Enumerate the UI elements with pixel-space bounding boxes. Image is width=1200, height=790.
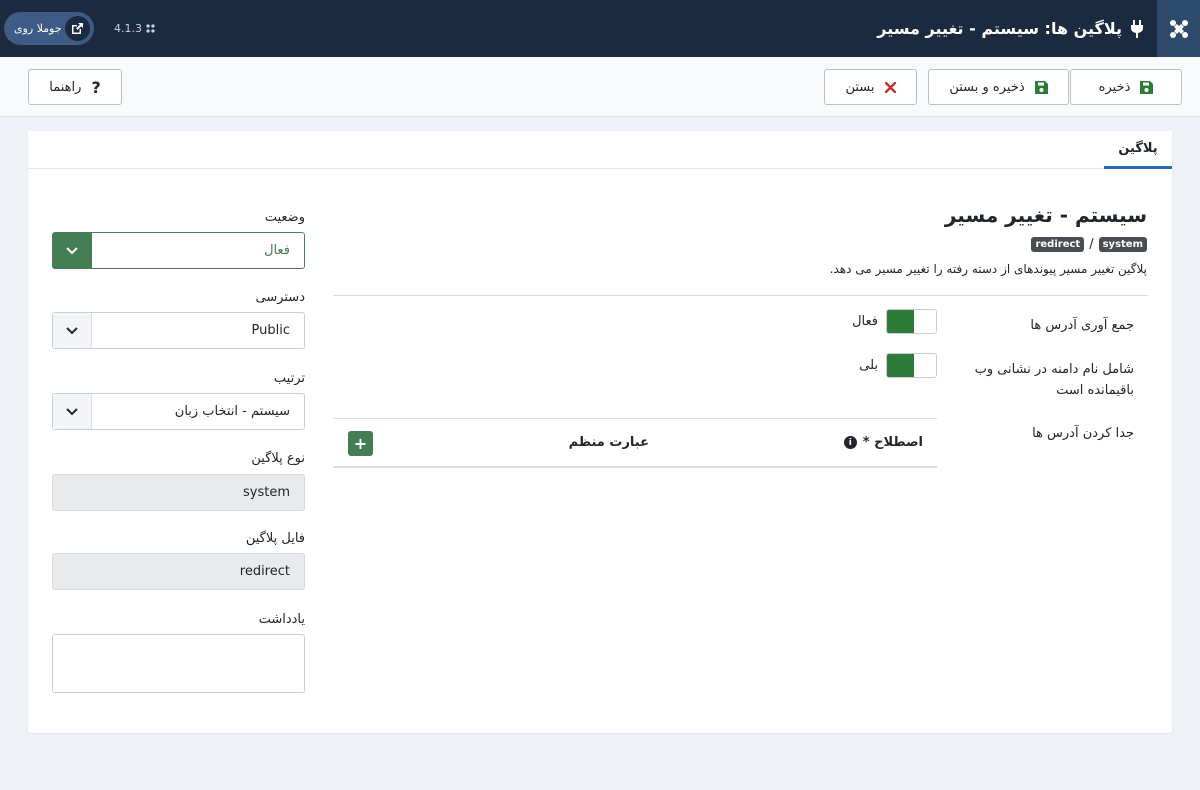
ordering-label: ترتیب — [273, 371, 305, 386]
switch-knob — [887, 354, 914, 377]
ordering-select[interactable]: سیستم - انتخاب زبان — [52, 393, 305, 430]
status-value: فعال — [264, 243, 290, 258]
plugin-badges: system / redirect — [1031, 237, 1147, 252]
tab-plugin[interactable]: پلاگین — [1104, 131, 1172, 169]
collect-urls-switch[interactable] — [886, 309, 937, 334]
note-textarea[interactable] — [52, 634, 305, 693]
plugin-file-field: redirect — [52, 553, 305, 590]
add-row-button[interactable]: + — [348, 431, 373, 456]
plugin-type-field: system — [52, 474, 305, 511]
floppy-icon — [1140, 80, 1154, 94]
exclude-urls-label: جدا کردن آدرس ها — [1032, 426, 1134, 441]
plug-icon — [1131, 19, 1143, 38]
view-site-button[interactable]: جوملا روی — [4, 12, 94, 45]
access-select[interactable]: Public — [52, 312, 305, 349]
page-title: پلاگین ها: سیستم - تغییر مسیر — [877, 0, 1144, 57]
toolbar: ذخیره ذخیره و بستن بستن ? راهنما — [0, 57, 1200, 117]
status-label: وضعیت — [264, 210, 305, 225]
close-button[interactable]: بستن — [824, 69, 917, 105]
note-label: یادداشت — [258, 612, 305, 627]
badge-element: redirect — [1031, 237, 1085, 252]
tab-bar: پلاگین — [28, 131, 1172, 169]
save-button[interactable]: ذخیره — [1070, 69, 1182, 105]
divider — [333, 295, 1148, 296]
question-icon: ? — [91, 77, 101, 97]
include-domain-label: شامل نام دامنه در نشانی وب باقیمانده است — [974, 362, 1134, 398]
app-header: پلاگین ها: سیستم - تغییر مسیر 4.1.3 جومل… — [0, 0, 1200, 57]
info-icon[interactable]: i — [843, 436, 857, 449]
joomla-logo[interactable] — [1157, 0, 1200, 57]
version-label: 4.1.3 — [114, 22, 155, 35]
page-title-text: پلاگین ها: سیستم - تغییر مسیر — [877, 19, 1122, 38]
collect-urls-value: فعال — [852, 314, 878, 329]
plugin-title: سیستم - تغییر مسیر — [944, 203, 1147, 227]
access-label: دسترسی — [255, 290, 305, 305]
joomla-small-icon — [146, 24, 155, 33]
chevron-down-icon — [53, 394, 92, 429]
save-and-close-button[interactable]: ذخیره و بستن — [928, 69, 1069, 105]
external-link-icon — [65, 16, 90, 41]
access-value: Public — [251, 323, 290, 338]
plugin-file-label: فایل پلاگین — [245, 531, 305, 546]
ordering-value: سیستم - انتخاب زبان — [174, 404, 290, 419]
regex-header: عبارت منظم — [568, 435, 649, 450]
status-select[interactable]: فعال — [52, 232, 305, 269]
plugin-description: پلاگین تغییر مسیر پیوندهای از دسته رفته … — [829, 262, 1147, 276]
include-domain-value: بلی — [859, 358, 878, 373]
collect-urls-label: جمع آوری آدرس ها — [1030, 318, 1134, 333]
chevron-down-icon — [53, 233, 92, 268]
badge-separator: / — [1089, 237, 1094, 252]
joomla-icon — [1169, 19, 1188, 38]
switch-knob — [887, 310, 914, 333]
badge-folder: system — [1098, 237, 1147, 252]
plugin-type-label: نوع پلاگین — [251, 451, 305, 466]
close-icon — [884, 81, 896, 93]
help-button[interactable]: ? راهنما — [28, 69, 122, 105]
edit-card: پلاگین سیستم - تغییر مسیر system / redir… — [28, 131, 1172, 733]
term-header: اصطلاح * i — [843, 419, 923, 466]
include-domain-switch[interactable] — [886, 353, 937, 378]
floppy-icon — [1034, 80, 1048, 94]
chevron-down-icon — [53, 313, 92, 348]
exclude-urls-table: اصطلاح * i عبارت منظم + — [333, 418, 937, 468]
